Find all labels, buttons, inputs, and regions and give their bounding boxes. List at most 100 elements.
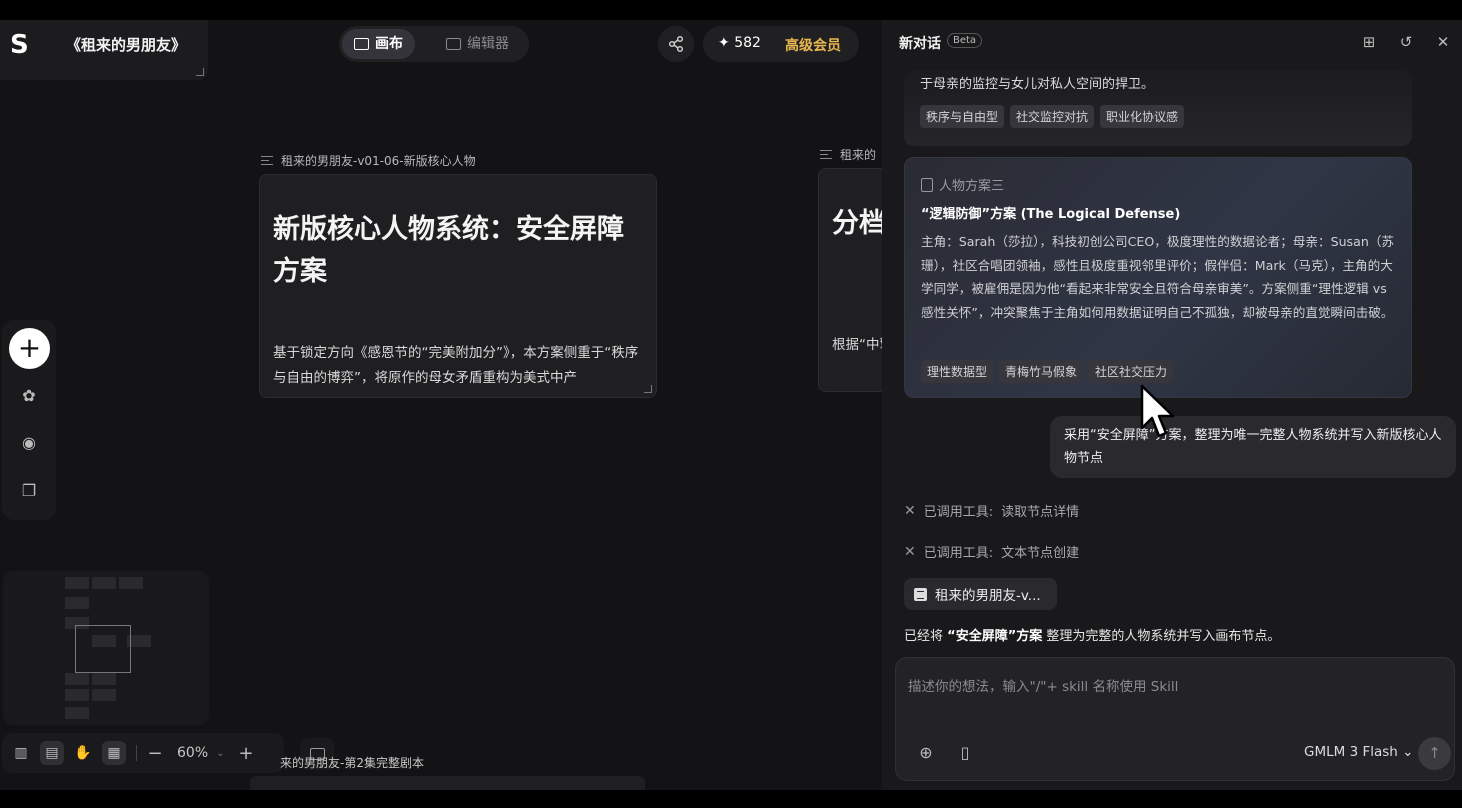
summary-prefix: 已经将 bbox=[904, 629, 944, 644]
new-chat-icon[interactable]: ⊞ bbox=[1360, 33, 1378, 51]
mode-editor-label: 编辑器 bbox=[467, 36, 509, 52]
model-name: GMLM 3 Flash bbox=[1304, 744, 1398, 760]
text-node-icon bbox=[261, 156, 273, 165]
send-icon: ↑ bbox=[1428, 744, 1441, 762]
zoom-out-button[interactable]: − bbox=[147, 743, 163, 764]
tool-icon: ✕ bbox=[904, 502, 916, 519]
tool-icon: ✕ bbox=[904, 543, 916, 560]
plan-tag: 青梅竹马假象 bbox=[999, 360, 1084, 383]
minimap-node bbox=[65, 689, 89, 701]
minimap-node bbox=[92, 689, 116, 701]
text-node-bottom[interactable] bbox=[250, 776, 645, 790]
chevron-down-icon[interactable]: ⌄ bbox=[216, 748, 224, 759]
document-chip[interactable]: 租来的男朋友-v... bbox=[904, 578, 1057, 610]
node-header-label: 租来的 bbox=[840, 148, 877, 162]
left-toolbar: + ✿ ◉ ❐ bbox=[2, 320, 56, 520]
copy-icon[interactable]: ❐ bbox=[19, 481, 39, 501]
chat-title: 新对话 bbox=[899, 36, 941, 52]
letterbox-top bbox=[0, 0, 1462, 20]
minimap[interactable] bbox=[3, 571, 209, 725]
resize-handle-icon[interactable] bbox=[196, 68, 204, 76]
tool-name: 文本节点创建 bbox=[1001, 546, 1080, 561]
mode-canvas-button[interactable]: 画布 bbox=[342, 29, 415, 59]
text-node-icon bbox=[820, 150, 832, 159]
tool-call[interactable]: ✕ 已调用工具: 读取节点详情 bbox=[904, 501, 1079, 521]
tool-call[interactable]: ✕ 已调用工具: 文本节点创建 bbox=[904, 542, 1080, 562]
share-button[interactable] bbox=[658, 26, 694, 62]
mode-editor-button[interactable]: 编辑器 bbox=[434, 29, 521, 59]
editor-icon bbox=[446, 38, 461, 50]
chat-input[interactable]: 描述你的想法，输入"/"+ skill 名称使用 Skill ⊕ ▯ GMLM … bbox=[895, 657, 1455, 781]
summary-bold: “安全屏障”方案 bbox=[947, 629, 1043, 644]
map-icon[interactable]: ▤ bbox=[40, 741, 64, 765]
send-button[interactable]: ↑ bbox=[1418, 737, 1451, 770]
node-header-main[interactable]: 租来的男朋友-v01-06-新版核心人物 bbox=[261, 152, 476, 169]
node-title: 新版核心人物系统：安全屏障方案 bbox=[273, 214, 624, 287]
assets-icon[interactable]: ✿ bbox=[19, 386, 39, 406]
resize-handle-icon[interactable] bbox=[644, 385, 652, 393]
plan-label-text: 人物方案三 bbox=[939, 179, 1005, 194]
select-icon[interactable]: ▦ bbox=[102, 741, 126, 765]
hand-icon[interactable]: ✋ bbox=[71, 741, 95, 765]
credits-pill[interactable]: ✦ 582 高级会员 bbox=[703, 26, 859, 62]
user-message: 采用“安全屏障”方案，整理为唯一完整人物系统并写入新版核心人物节点 bbox=[1050, 416, 1456, 478]
attach-icon[interactable]: ⊕ bbox=[916, 743, 936, 763]
plan-description: 于母亲的监控与女儿对私人空间的捍卫。 bbox=[920, 77, 1155, 92]
logo-icon[interactable]: S bbox=[10, 30, 32, 60]
book-icon[interactable]: ▯ bbox=[955, 743, 975, 763]
text-node-side[interactable]: 分档变｜ 根据“中擎、五个 bbox=[818, 168, 882, 392]
chevron-down-icon: ⌄ bbox=[1402, 744, 1414, 760]
member-badge[interactable]: 高级会员 bbox=[785, 35, 841, 55]
minimap-node bbox=[65, 577, 89, 589]
document-icon bbox=[914, 587, 927, 601]
share-icon bbox=[668, 35, 684, 53]
node-header-label: 租来的男朋友-v01-06-新版核心人物 bbox=[281, 154, 476, 168]
node-body: 基于锁定方向《感恩节的“完美附加分”》，本方案侧重于“秩序与自由的博弈”，将原作… bbox=[273, 345, 639, 386]
tool-prefix: 已调用工具: bbox=[923, 505, 994, 520]
character-icon[interactable]: ◉ bbox=[19, 433, 39, 453]
credits-value: 582 bbox=[734, 35, 761, 51]
node-header-bottom[interactable]: 来的男朋友-第2集完整剧本 bbox=[280, 754, 424, 771]
beta-badge: Beta bbox=[947, 33, 983, 48]
plan-tags: 理性数据型 青梅竹马假象 社区社交压力 bbox=[921, 360, 1174, 383]
plan-label: 人物方案三 bbox=[921, 175, 1004, 194]
minimap-node bbox=[119, 577, 143, 589]
divider bbox=[136, 745, 137, 761]
canvas-icon bbox=[354, 38, 369, 50]
chat-input-placeholder[interactable]: 描述你的想法，输入"/"+ skill 名称使用 Skill bbox=[908, 675, 1178, 695]
plan-tag: 秩序与自由型 bbox=[920, 105, 1005, 128]
canvas-area[interactable]: S 《租来的男朋友》 画布 编辑器 ✦ 582 高级会员 租来的男朋友-v01-… bbox=[0, 20, 882, 790]
minimap-viewport[interactable] bbox=[75, 625, 131, 673]
minimap-node bbox=[65, 707, 89, 719]
cursor-icon bbox=[1140, 384, 1175, 438]
close-icon[interactable]: ✕ bbox=[1434, 33, 1452, 51]
project-title[interactable]: 《租来的男朋友》 bbox=[66, 34, 186, 55]
model-select[interactable]: GMLM 3 Flash ⌄ bbox=[1304, 744, 1413, 760]
node-header-side[interactable]: 租来的 bbox=[820, 146, 876, 163]
layout-icon[interactable]: ▥ bbox=[9, 741, 33, 765]
history-icon[interactable]: ↺ bbox=[1397, 33, 1415, 51]
zoom-level[interactable]: 60% bbox=[177, 745, 208, 761]
assistant-summary: 已经将 “安全屏障”方案 整理为完整的人物系统并写入画布节点。 bbox=[904, 625, 1280, 644]
minimap-node bbox=[65, 597, 89, 609]
add-node-button[interactable]: + bbox=[9, 328, 50, 369]
credits-count: ✦ 582 bbox=[718, 35, 761, 51]
plan-tag: 理性数据型 bbox=[921, 360, 994, 383]
plan-description: 主角：Sarah（莎拉），科技初创公司CEO，极度理性的数据论者；母亲：Susa… bbox=[921, 234, 1395, 320]
plan-card-3[interactable]: 人物方案三 “逻辑防御”方案 (The Logical Defense) 主角：… bbox=[904, 157, 1412, 398]
sparkle-icon: ✦ bbox=[718, 35, 735, 51]
zoom-in-button[interactable]: + bbox=[239, 743, 254, 764]
chat-header: 新对话 Beta ⊞ ↺ ✕ bbox=[882, 20, 1462, 66]
document-chip-label: 租来的男朋友-v... bbox=[935, 588, 1041, 604]
minimap-node bbox=[92, 673, 116, 685]
letterbox-bottom bbox=[0, 790, 1462, 808]
project-header: S 《租来的男朋友》 bbox=[0, 20, 208, 80]
plan-tag: 社区社交压力 bbox=[1089, 360, 1174, 383]
plan-card-2[interactable]: 于母亲的监控与女儿对私人空间的捍卫。 秩序与自由型 社交监控对抗 职业化协议感 bbox=[904, 70, 1412, 146]
clipboard-icon bbox=[921, 177, 933, 192]
node-title: 分档变｜ bbox=[832, 208, 882, 239]
text-node-main[interactable]: 新版核心人物系统：安全屏障方案 基于锁定方向《感恩节的“完美附加分”》，本方案侧… bbox=[259, 174, 657, 398]
node-body: 根据“中擎、五个 bbox=[832, 337, 882, 353]
add-icon: + bbox=[17, 331, 42, 364]
zoom-toolbar: ▥ ▤ ✋ ▦ − 60% ⌄ + bbox=[2, 733, 284, 773]
